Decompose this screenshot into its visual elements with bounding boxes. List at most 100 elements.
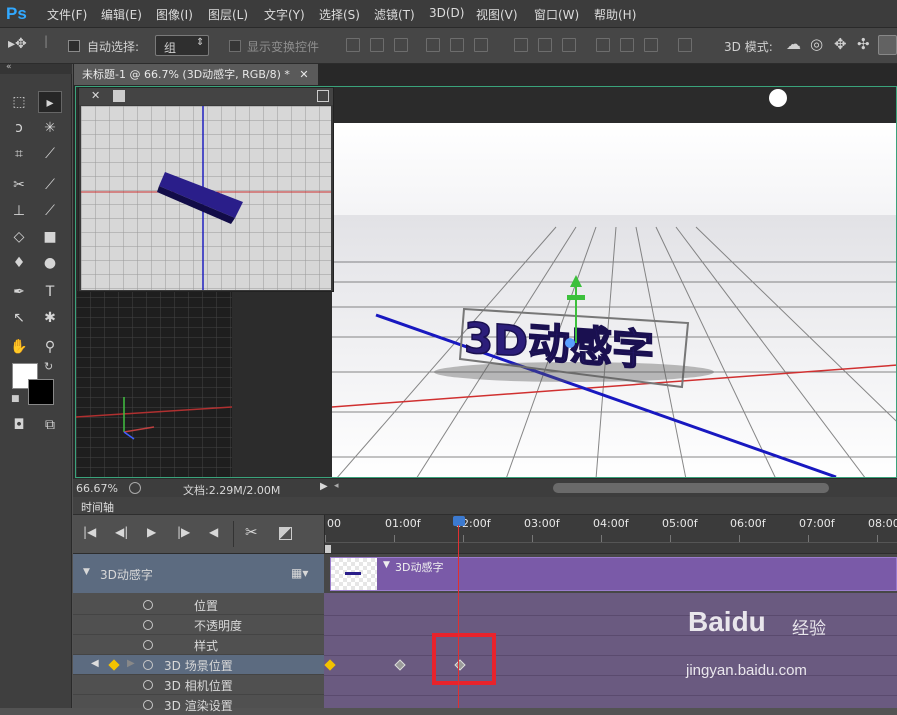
eraser-tool-icon[interactable]: ◇ — [7, 226, 31, 248]
3d-drag-icon[interactable]: ✥ — [834, 35, 847, 53]
menu-view[interactable]: 视图(V) — [476, 6, 518, 23]
distribute-right-icon[interactable] — [644, 38, 658, 52]
menu-window[interactable]: 窗口(W) — [534, 6, 579, 23]
collapse-icon[interactable]: « — [6, 62, 12, 72]
background-color-swatch[interactable] — [28, 379, 54, 405]
add-keyframe-icon[interactable] — [108, 659, 120, 671]
path-select-icon[interactable]: ↖ — [7, 307, 31, 329]
move-tool-icon[interactable]: ▸ — [38, 91, 62, 113]
history-brush-icon[interactable]: ⟋ — [38, 200, 62, 222]
close-tab-icon[interactable]: ✕ — [299, 68, 308, 81]
clone-stamp-icon[interactable]: ⊥ — [7, 200, 31, 222]
distribute-vcenter-icon[interactable] — [538, 38, 552, 52]
align-vcenter-icon[interactable] — [370, 38, 384, 52]
swap-colors-icon[interactable]: ↻ — [44, 360, 53, 373]
auto-select-checkbox[interactable] — [68, 40, 80, 52]
audio-icon[interactable]: ◀ — [209, 525, 218, 539]
blur-tool-icon[interactable]: ♦ — [7, 252, 31, 274]
property-row[interactable]: 不透明度 — [73, 615, 324, 635]
layer-track-header[interactable]: ▼ 3D动感字 ▦▾ — [73, 553, 324, 593]
time-ruler[interactable]: 00 01:00f 02:00f 03:00f 04:00f 05:00f 06… — [324, 515, 897, 553]
menu-filter[interactable]: 滤镜(T) — [374, 6, 415, 23]
brush-tool-icon[interactable]: ⟋ — [38, 174, 62, 196]
timeline-title[interactable]: 时间轴 — [81, 499, 114, 515]
lasso-tool-icon[interactable]: ↄ — [7, 117, 31, 139]
menu-layer[interactable]: 图层(L) — [208, 6, 248, 23]
play-icon[interactable]: ▶ — [147, 525, 156, 539]
shape-tool-icon[interactable]: ✱ — [38, 307, 62, 329]
3d-scale-icon[interactable] — [878, 35, 897, 55]
3d-roll-icon[interactable]: ◎ — [810, 35, 823, 53]
stopwatch-icon[interactable] — [143, 660, 153, 670]
3d-rotate-icon[interactable]: ☁ — [786, 35, 801, 53]
quick-mask-icon[interactable]: ◘ — [7, 414, 31, 436]
next-frame-icon[interactable]: |▶ — [177, 525, 190, 539]
marquee-tool-icon[interactable]: ⬚ — [7, 91, 31, 113]
layer-clip[interactable]: ▼ 3D动感字 — [330, 557, 897, 591]
property-row[interactable]: 样式 — [73, 635, 324, 655]
align-right-icon[interactable] — [474, 38, 488, 52]
distribute-top-icon[interactable] — [514, 38, 528, 52]
property-row-selected[interactable]: ◀ ▶ 3D 场景位置 — [73, 655, 324, 675]
film-strip-icon[interactable]: ▦▾ — [291, 566, 308, 580]
stopwatch-icon[interactable] — [143, 620, 153, 630]
align-hcenter-icon[interactable] — [450, 38, 464, 52]
pen-tool-icon[interactable]: ✒ — [7, 281, 31, 303]
horizontal-scrollbar[interactable] — [553, 483, 829, 493]
distribute-left-icon[interactable] — [596, 38, 610, 52]
document-tab[interactable]: 未标题-1 @ 66.7% (3D动感字, RGB/8) * ✕ — [74, 64, 318, 85]
distribute-hcenter-icon[interactable] — [620, 38, 634, 52]
property-row[interactable]: 3D 渲染设置 — [73, 695, 324, 715]
expand-layer-icon[interactable]: ▼ — [83, 567, 90, 577]
healing-brush-icon[interactable]: ✂ — [7, 174, 31, 196]
menu-edit[interactable]: 编辑(E) — [101, 6, 142, 23]
canvas[interactable]: 3D动感字 ✕ — [75, 86, 897, 478]
align-bottom-icon[interactable] — [394, 38, 408, 52]
transition-icon[interactable] — [279, 527, 292, 540]
gradient-tool-icon[interactable]: ■ — [38, 226, 62, 248]
stopwatch-icon[interactable] — [143, 640, 153, 650]
maximize-view-icon[interactable] — [317, 90, 329, 102]
prev-frame-icon[interactable]: ◀| — [115, 525, 128, 539]
dodge-tool-icon[interactable]: ● — [38, 252, 62, 274]
align-left-icon[interactable] — [426, 38, 440, 52]
menu-select[interactable]: 选择(S) — [319, 6, 360, 23]
work-area-start-handle[interactable] — [325, 545, 331, 553]
menu-help[interactable]: 帮助(H) — [594, 6, 636, 23]
menu-3d[interactable]: 3D(D) — [429, 6, 464, 20]
screen-mode-icon[interactable]: ⧉ — [38, 414, 62, 436]
property-row[interactable]: 3D 相机位置 — [73, 675, 324, 695]
show-transform-checkbox[interactable] — [229, 40, 241, 52]
prev-keyframe-icon[interactable]: ◀ — [91, 658, 99, 669]
align-top-icon[interactable] — [346, 38, 360, 52]
3d-secondary-view[interactable]: ✕ — [78, 87, 334, 292]
stopwatch-icon[interactable] — [143, 600, 153, 610]
stopwatch-icon[interactable] — [143, 680, 153, 690]
magic-wand-icon[interactable]: ✳ — [38, 117, 62, 139]
scroll-left-icon[interactable]: ◂ — [334, 481, 339, 491]
auto-select-dropdown[interactable]: 组 ⇕ — [155, 35, 209, 56]
crop-tool-icon[interactable]: ⌗ — [7, 143, 31, 165]
type-tool-icon[interactable]: T — [38, 281, 62, 303]
default-colors-icon[interactable]: ■ — [11, 394, 20, 404]
3d-slide-icon[interactable]: ✣ — [857, 35, 870, 53]
status-icon[interactable] — [129, 482, 141, 494]
menu-image[interactable]: 图像(I) — [156, 6, 193, 23]
keyframe-active[interactable] — [324, 659, 336, 671]
menu-type[interactable]: 文字(Y) — [264, 6, 305, 23]
property-row[interactable]: 位置 — [73, 595, 324, 615]
clip-expand-icon[interactable]: ▼ — [383, 560, 390, 570]
stopwatch-icon[interactable] — [143, 700, 153, 710]
zoom-level[interactable]: 66.67% — [76, 482, 118, 495]
auto-align-icon[interactable] — [678, 38, 692, 52]
next-keyframe-icon[interactable]: ▶ — [127, 658, 135, 669]
first-frame-icon[interactable]: |◀ — [83, 525, 96, 539]
view-menu-icon[interactable] — [113, 90, 125, 102]
eyedropper-icon[interactable]: ⟋ — [38, 143, 62, 165]
status-menu-arrow-icon[interactable]: ▶ — [320, 481, 328, 492]
close-view-icon[interactable]: ✕ — [91, 89, 100, 102]
distribute-bottom-icon[interactable] — [562, 38, 576, 52]
keyframe[interactable] — [394, 659, 406, 671]
playhead-handle[interactable] — [453, 516, 465, 526]
split-scissors-icon[interactable]: ✂ — [245, 523, 258, 541]
